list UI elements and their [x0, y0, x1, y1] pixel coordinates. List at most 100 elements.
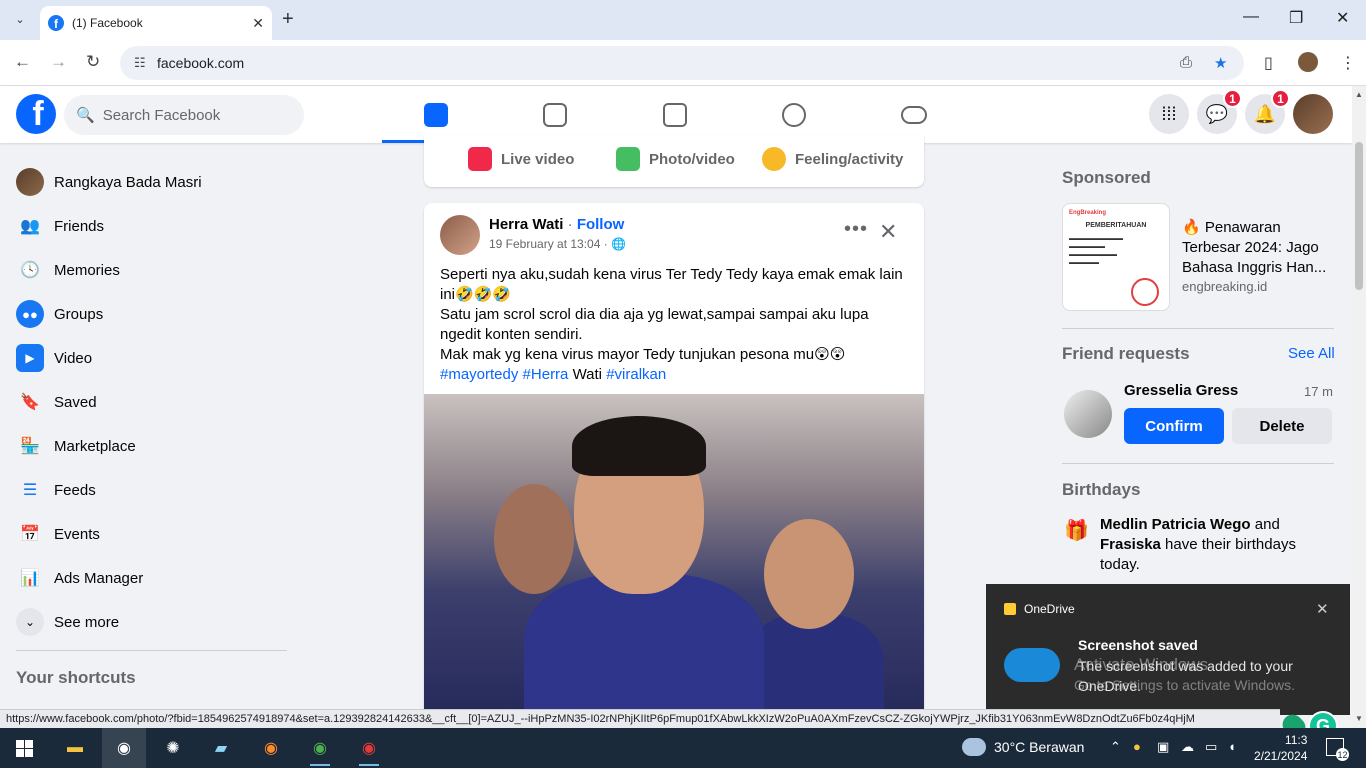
- sidebar-item-events[interactable]: 📅 Events: [8, 512, 288, 556]
- post-text-line: Seperti nya aku,sudah kena virus Ter Ted…: [440, 266, 903, 303]
- hashtag-link[interactable]: #mayortedy: [440, 366, 518, 383]
- sidebar-item-saved[interactable]: 🔖 Saved: [8, 380, 288, 424]
- window-close-button[interactable]: ✕: [1336, 8, 1349, 28]
- tab-close-icon[interactable]: ✕: [252, 15, 264, 32]
- weather-widget[interactable]: 30°C Berawan: [962, 738, 1084, 756]
- onedrive-tray-icon[interactable]: ☁: [1181, 739, 1194, 755]
- sidebar-item-marketplace[interactable]: 🏪 Marketplace: [8, 424, 288, 468]
- page-scrollbar[interactable]: ▲ ▼: [1352, 86, 1366, 728]
- marketplace-icon: [662, 102, 687, 127]
- tab-search-button[interactable]: ⌄: [8, 7, 32, 31]
- volume-icon[interactable]: ◖: [1228, 739, 1236, 754]
- sidebar-item-see-more[interactable]: ⌄ See more: [8, 600, 288, 644]
- photo-person-background: [494, 484, 574, 594]
- left-sidebar: Rangkaya Bada Masri 👥 Friends 🕓 Memories ●…: [8, 160, 288, 644]
- site-info-icon[interactable]: ☷: [134, 55, 146, 71]
- minimize-button[interactable]: —: [1243, 8, 1259, 26]
- scroll-up-icon[interactable]: ▲: [1355, 90, 1363, 99]
- post-more-icon[interactable]: •••: [844, 218, 868, 241]
- see-all-link[interactable]: See All: [1288, 345, 1335, 362]
- ad-image[interactable]: EngBreaking PEMBERITAHUAN ▬▬▬▬▬▬▬▬▬ ▬▬▬▬▬…: [1062, 203, 1170, 311]
- account-avatar[interactable]: [1293, 94, 1333, 134]
- facebook-logo[interactable]: f: [16, 94, 56, 134]
- feeling-label: Feeling/activity: [795, 150, 904, 168]
- chatgpt-icon[interactable]: ✺: [161, 736, 185, 760]
- chrome-active-icon[interactable]: ◉: [102, 728, 146, 768]
- clock-time: 11:3: [1284, 733, 1308, 747]
- post-composer: Live video Photo/video Feeling/activity: [424, 135, 924, 187]
- marketplace-icon: 🏪: [20, 438, 40, 455]
- right-divider: [1062, 463, 1334, 464]
- sidebar-item-memories[interactable]: 🕓 Memories: [8, 248, 288, 292]
- back-button[interactable]: ←: [14, 52, 31, 72]
- sidebar-item-video[interactable]: ▶ Video: [8, 336, 288, 380]
- cloud-icon: [1004, 648, 1060, 682]
- sidebar-item-feeds[interactable]: ☰ Feeds: [8, 468, 288, 512]
- scroll-down-icon[interactable]: ▼: [1355, 714, 1363, 723]
- notes-app-icon[interactable]: ▰: [209, 736, 233, 760]
- video-icon: ▶: [16, 344, 44, 372]
- chrome-icon[interactable]: ◉: [308, 736, 332, 766]
- post-date[interactable]: 19 February at 13:04 · 🌐: [489, 237, 626, 251]
- post-photo[interactable]: [424, 394, 924, 723]
- install-app-icon[interactable]: ⎙: [1180, 54, 1192, 71]
- system-clock[interactable]: 11:3 2/21/2024: [1254, 732, 1307, 764]
- battery-icon[interactable]: ▭: [1205, 739, 1217, 755]
- friends-icon: 👥: [20, 218, 40, 235]
- reload-button[interactable]: ↻: [86, 52, 100, 72]
- gift-icon: 🎁: [1064, 520, 1089, 542]
- browser-profile-avatar[interactable]: [1298, 52, 1318, 72]
- scroll-thumb[interactable]: [1355, 142, 1363, 290]
- follow-link[interactable]: Follow: [577, 216, 625, 233]
- birthday-text[interactable]: Medlin Patricia Wego and Frasiska have t…: [1100, 515, 1336, 575]
- restore-button[interactable]: ❐: [1289, 8, 1303, 28]
- friend-request-name[interactable]: Gresselia Gress: [1124, 382, 1238, 399]
- messenger-button[interactable]: 💬 1: [1197, 89, 1242, 134]
- delete-button[interactable]: Delete: [1232, 408, 1332, 444]
- ad-image-brand: EngBreaking: [1069, 210, 1107, 216]
- file-explorer-icon[interactable]: ▬: [63, 736, 87, 760]
- search-box[interactable]: 🔍: [64, 95, 304, 135]
- ad-domain[interactable]: engbreaking.id: [1182, 279, 1267, 294]
- browser-tab[interactable]: f (1) Facebook ✕: [40, 6, 272, 40]
- firefox-icon[interactable]: ◉: [259, 736, 283, 760]
- onedrive-notification[interactable]: OneDrive ✕ Screenshot saved The screensh…: [986, 584, 1350, 715]
- side-panel-icon[interactable]: ▯: [1264, 53, 1273, 73]
- address-url[interactable]: facebook.com: [157, 55, 244, 71]
- friend-request-avatar[interactable]: [1064, 390, 1112, 438]
- notification-center-icon[interactable]: 12: [1326, 738, 1349, 761]
- forward-button[interactable]: →: [50, 52, 67, 72]
- weather-cloud-icon: [962, 738, 986, 756]
- tray-device-icon[interactable]: ▣: [1157, 739, 1169, 755]
- chrome-profile-icon[interactable]: ◉: [357, 736, 381, 766]
- toast-title: Screenshot saved: [1078, 637, 1198, 653]
- post-author-name[interactable]: Herra Wati: [489, 216, 563, 233]
- sidebar-item-friends[interactable]: 👥 Friends: [8, 204, 288, 248]
- ad-title[interactable]: 🔥 Penawaran Terbesar 2024: Jago Bahasa I…: [1182, 218, 1342, 278]
- confirm-button[interactable]: Confirm: [1124, 408, 1224, 444]
- browser-menu-icon[interactable]: ⋮: [1340, 53, 1356, 73]
- notifications-button[interactable]: 🔔 1: [1245, 89, 1290, 134]
- live-video-button[interactable]: Live video: [468, 147, 574, 171]
- status-url: https://www.facebook.com/photo/?fbid=185…: [0, 709, 1280, 728]
- sidebar-item-groups[interactable]: ●● Groups: [8, 292, 288, 336]
- post-text-line: Satu jam scrol scrol dia dia aja yg lewa…: [440, 306, 869, 343]
- feeling-activity-button[interactable]: Feeling/activity: [762, 147, 903, 171]
- tray-chevron-icon[interactable]: ⌃: [1110, 739, 1121, 755]
- menu-button[interactable]: ⁞⁞⁞: [1149, 94, 1189, 134]
- sidebar-item-profile[interactable]: Rangkaya Bada Masri: [8, 160, 288, 204]
- saved-icon: 🔖: [20, 394, 40, 411]
- hashtag-link[interactable]: #Herra: [523, 366, 569, 383]
- sidebar-item-ads-manager[interactable]: 📊 Ads Manager: [8, 556, 288, 600]
- windows-start-icon[interactable]: [16, 740, 33, 757]
- toast-close-icon[interactable]: ✕: [1316, 600, 1329, 618]
- photo-video-button[interactable]: Photo/video: [616, 147, 735, 171]
- post-author-avatar[interactable]: [440, 215, 480, 255]
- tray-app-icon[interactable]: ●: [1133, 739, 1141, 754]
- address-bar[interactable]: ☷ facebook.com ⎙ ★: [120, 46, 1244, 80]
- hashtag-link[interactable]: #viralkan: [606, 366, 666, 383]
- new-tab-button[interactable]: +: [282, 8, 294, 31]
- post-close-icon[interactable]: ✕: [879, 219, 897, 245]
- bookmark-star-icon[interactable]: ★: [1214, 54, 1227, 72]
- search-input[interactable]: [102, 106, 293, 124]
